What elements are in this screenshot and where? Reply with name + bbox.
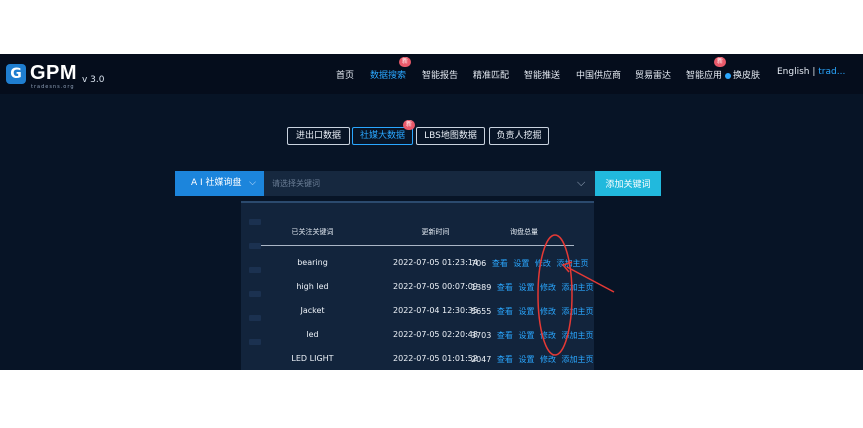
nav-smart-apps[interactable]: 智能应用 新: [686, 57, 726, 81]
tab-lbs-map[interactable]: LBS地图数据: [416, 127, 485, 145]
edit-link[interactable]: 修改: [540, 307, 556, 316]
settings-link[interactable]: 设置: [518, 331, 534, 340]
nav-change-skin[interactable]: 换皮肤: [725, 68, 760, 81]
main-nav: 首页 数据搜索 新 智能报告 精准匹配 智能推送 中国供应商 贸易雷达 智能应用…: [0, 54, 863, 94]
table-row: led 2022-07-05 02:20:48 3703 查看 设置 修改 添加…: [261, 330, 593, 348]
new-badge: 新: [403, 120, 415, 130]
data-source-tabs: 进出口数据 社媒大数据 新 LBS地图数据 负责人挖掘: [0, 120, 863, 145]
tab-import-export[interactable]: 进出口数据: [287, 127, 350, 145]
header-keyword: 已关注关键词: [291, 228, 334, 236]
new-badge: 新: [399, 57, 411, 67]
keyword-dropdown-panel: 已关注关键词 更新时间 询盘总量 bearing 2022-07-05 01:2…: [241, 201, 594, 370]
row-keyword: LED LIGHT: [291, 354, 334, 363]
view-link[interactable]: 查看: [497, 331, 513, 340]
table-row: bearing 2022-07-05 01:23:14 706 查看 设置 修改…: [261, 258, 588, 276]
nav-home[interactable]: 首页: [336, 68, 354, 81]
row-count: 2047: [471, 355, 492, 364]
row-count: 1389: [471, 283, 492, 292]
nav-smart-report[interactable]: 智能报告: [422, 68, 458, 81]
table-row: high led 2022-07-05 00:07:09 1389 查看 设置 …: [261, 282, 593, 300]
row-actions: 1389 查看 设置 修改 添加主页: [471, 282, 594, 293]
language-switch[interactable]: English |: [777, 67, 815, 77]
nav-smart-apps-label: 智能应用: [686, 71, 723, 81]
top-header: G GPM tradesns.org v 3.0 首页 数据搜索 新 智能报告 …: [0, 54, 863, 94]
edit-link[interactable]: 修改: [535, 259, 551, 268]
header-update-time: 更新时间: [421, 228, 450, 236]
nav-change-skin-label: 换皮肤: [733, 71, 761, 81]
add-homepage-link[interactable]: 添加主页: [562, 331, 594, 340]
nav-data-search[interactable]: 数据搜索 新: [370, 57, 411, 81]
settings-link[interactable]: 设置: [518, 355, 534, 364]
nav-trade-radar[interactable]: 贸易雷达: [635, 68, 671, 81]
header-inquiry-total: 询盘总量: [510, 228, 538, 236]
row-actions: 706 查看 设置 修改 添加主页: [471, 258, 588, 269]
add-homepage-link[interactable]: 添加主页: [562, 307, 594, 316]
nav-data-search-label: 数据搜索: [370, 71, 407, 81]
edit-link[interactable]: 修改: [540, 355, 556, 364]
tab-person-mining[interactable]: 负责人挖掘: [489, 127, 549, 145]
nav-smart-push[interactable]: 智能推送: [524, 68, 560, 81]
row-keyword: bearing: [297, 258, 328, 267]
row-actions: 5655 查看 设置 修改 添加主页: [471, 306, 594, 317]
row-keyword: led: [306, 330, 319, 339]
row-count: 706: [471, 259, 487, 268]
search-row: A I 社媒询盘 ⌵ ⌵ 添加关键词: [175, 171, 661, 196]
table-header: 已关注关键词 更新时间 询盘总量: [261, 223, 574, 246]
edit-link[interactable]: 修改: [540, 331, 556, 340]
row-count: 3703: [471, 331, 492, 340]
user-name[interactable]: trad...: [818, 67, 845, 77]
skin-icon: [725, 72, 731, 79]
tab-social-media[interactable]: 社媒大数据 新: [352, 120, 415, 145]
settings-link[interactable]: 设置: [513, 259, 529, 268]
table-row: Jacket 2022-07-04 12:30:35 5655 查看 设置 修改…: [261, 306, 593, 324]
view-link[interactable]: 查看: [497, 355, 513, 364]
nav-precise-match[interactable]: 精准匹配: [473, 68, 509, 81]
add-homepage-link[interactable]: 添加主页: [562, 355, 594, 364]
inquiry-type-label: A I 社媒询盘: [191, 178, 242, 188]
app-screen: G GPM tradesns.org v 3.0 首页 数据搜索 新 智能报告 …: [0, 54, 863, 370]
new-badge: 新: [714, 57, 726, 67]
chevron-down-icon[interactable]: ⌵: [577, 176, 585, 190]
add-keyword-button[interactable]: 添加关键词: [595, 171, 661, 196]
add-homepage-link[interactable]: 添加主页: [556, 259, 588, 268]
panel-side-decoration: [249, 219, 261, 363]
view-link[interactable]: 查看: [497, 307, 513, 316]
keyword-select-input[interactable]: [264, 171, 595, 196]
nav-china-suppliers[interactable]: 中国供应商: [576, 68, 621, 81]
language-user[interactable]: English | trad...: [777, 67, 845, 77]
settings-link[interactable]: 设置: [518, 283, 534, 292]
settings-link[interactable]: 设置: [518, 307, 534, 316]
inquiry-type-select[interactable]: A I 社媒询盘 ⌵: [175, 171, 264, 196]
row-actions: 3703 查看 设置 修改 添加主页: [471, 330, 594, 341]
row-keyword: high led: [296, 282, 329, 291]
tab-social-media-label: 社媒大数据: [359, 131, 405, 141]
view-link[interactable]: 查看: [497, 283, 513, 292]
add-homepage-link[interactable]: 添加主页: [562, 283, 594, 292]
edit-link[interactable]: 修改: [540, 283, 556, 292]
chevron-down-icon: ⌵: [249, 178, 256, 188]
row-actions: 2047 查看 设置 修改 添加主页: [471, 354, 594, 365]
view-link[interactable]: 查看: [492, 259, 508, 268]
row-count: 5655: [471, 307, 492, 316]
row-keyword: Jacket: [300, 306, 325, 315]
table-row: LED LIGHT 2022-07-05 01:01:52 2047 查看 设置…: [261, 354, 593, 370]
